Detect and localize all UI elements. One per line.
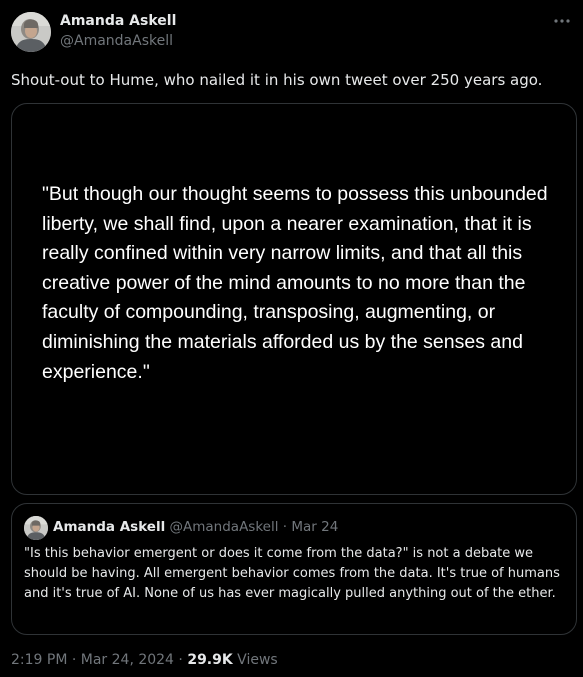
avatar-photo	[24, 516, 48, 540]
quoted-tweet[interactable]: Amanda Askell @AmandaAskell · Mar 24 "Is…	[11, 503, 577, 635]
more-horizontal-icon	[554, 19, 570, 23]
tweet-timestamp[interactable]: 2:19 PM · Mar 24, 2024 ·	[11, 652, 183, 668]
tweet-media-image[interactable]: "But though our thought seems to possess…	[11, 103, 577, 495]
quoted-tweet-date: Mar 24	[291, 519, 339, 535]
author-handle[interactable]: @AmandaAskell	[60, 32, 173, 50]
tweet-footer: 2:19 PM · Mar 24, 2024 · 29.9K Views	[11, 651, 278, 669]
views-label: Views	[237, 652, 278, 668]
quoted-tweet-display-name: Amanda Askell	[53, 519, 166, 535]
quoted-tweet-handle: @AmandaAskell	[169, 519, 279, 535]
quoted-tweet-header: Amanda Askell @AmandaAskell · Mar 24	[53, 518, 338, 536]
avatar[interactable]	[11, 12, 51, 52]
more-options-button[interactable]	[551, 10, 573, 32]
avatar-photo	[11, 12, 51, 52]
views-count: 29.9K	[187, 652, 233, 668]
tweet-text: Shout-out to Hume, who nailed it in his …	[11, 71, 543, 89]
media-quote-text: "But though our thought seems to possess…	[42, 183, 548, 383]
quoted-tweet-avatar	[24, 516, 48, 540]
author-display-name[interactable]: Amanda Askell	[60, 12, 176, 30]
quoted-tweet-separator: ·	[282, 519, 288, 535]
quoted-tweet-text: "Is this behavior emergent or does it co…	[24, 546, 560, 601]
